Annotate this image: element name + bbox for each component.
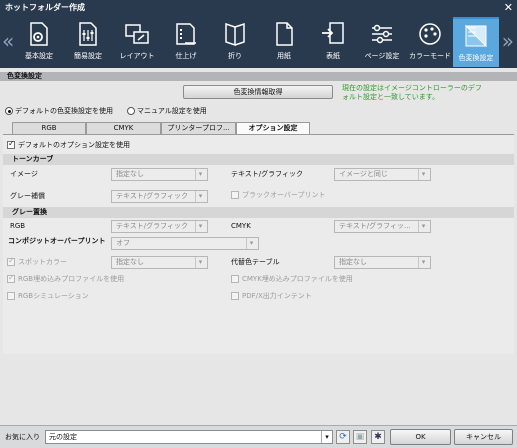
status-note-line: ォルト設定と一致しています。 <box>342 93 440 101</box>
favorites-dropdown[interactable]: 元の設定 <box>45 430 333 444</box>
color-conversion-icon <box>464 24 488 48</box>
use-default-options-checkbox[interactable] <box>7 139 15 149</box>
tab-simple-settings[interactable]: 簡易設定 <box>65 17 111 67</box>
group-header-gray-replace: グレー置換 <box>3 207 514 218</box>
spot-color-checkbox[interactable] <box>7 256 15 266</box>
settings-ribbon: « 基本設定 簡易設定 レイアウト 仕上げ 折り 用紙 表紙 ページ設定 カラー… <box>0 15 517 68</box>
gray-replace-rgb-dropdown[interactable]: テキスト/グラフィック <box>111 220 208 233</box>
tab-label: 仕上げ <box>175 52 197 60</box>
tab-paper[interactable]: 用紙 <box>261 17 307 67</box>
black-overprint-label: ブラックオーバープリント <box>242 191 326 199</box>
tab-label: 基本設定 <box>25 52 53 60</box>
cover-icon <box>322 22 344 44</box>
main-content: 色変換設定 色変換情報取得 現在の設定はイメージコントローラーのデフ ォルト設定… <box>0 68 517 425</box>
tab-label: ページ設定 <box>364 52 400 60</box>
tab-color-mode[interactable]: カラーモード <box>407 17 453 67</box>
favorites-label: お気に入り <box>5 433 40 441</box>
window-titlebar: ホットフォルダー作成 ✕ <box>0 0 517 15</box>
cmyk-embedded-profile-checkbox[interactable] <box>231 275 239 283</box>
status-note-line: 現在の設定はイメージコントローラーのデフ <box>342 84 482 92</box>
tab-label: 表紙 <box>326 52 340 60</box>
spot-color-dropdown[interactable]: 指定なし <box>111 256 208 269</box>
tab-fold[interactable]: 折り <box>212 17 258 67</box>
tab-page-settings[interactable]: ページ設定 <box>359 17 405 67</box>
tab-label: レイアウト <box>119 52 155 60</box>
cmyk-embedded-profile-label: CMYK埋め込みプロファイルを使用 <box>242 275 353 283</box>
finishing-icon <box>176 23 196 45</box>
scroll-right-icon[interactable]: » <box>502 31 514 51</box>
gray-compensation-dropdown[interactable]: テキスト/グラフィック <box>111 190 208 203</box>
gray-replace-cmyk-dropdown[interactable]: テキスト/グラフィッ... <box>334 220 431 233</box>
composite-overprint-dropdown[interactable]: オフ <box>111 237 259 250</box>
cancel-button[interactable]: キャンセル <box>454 429 513 445</box>
image-tone-curve-dropdown[interactable]: 指定なし <box>111 168 208 181</box>
bottom-bar: お気に入り 元の設定 ⟳ ▣ ✱ OK キャンセル <box>0 425 517 448</box>
tab-label: 用紙 <box>277 52 291 60</box>
pdfx-output-intent-label: PDF/X出力インテント <box>242 292 312 300</box>
default-color-radio[interactable] <box>5 107 13 115</box>
tab-label: 色変換設定 <box>458 54 494 62</box>
composite-overprint-label: コンポジットオーバープリント <box>8 237 106 245</box>
refresh-icon[interactable]: ⟳ <box>336 430 350 444</box>
tab-label: 簡易設定 <box>74 52 102 60</box>
spot-color-label: スポットカラー <box>18 258 67 266</box>
rgb-simulation-label: RGBシミュレーション <box>18 292 89 300</box>
ok-button[interactable]: OK <box>390 429 451 445</box>
scroll-left-icon[interactable]: « <box>2 31 14 51</box>
use-default-options-label: デフォルトのオプション設定を使用 <box>18 141 130 149</box>
tab-label: カラーモード <box>409 52 451 60</box>
gray-replace-rgb-label: RGB <box>10 222 26 230</box>
tab-color-conversion[interactable]: 色変換設定 <box>453 17 499 67</box>
gear-document-icon <box>30 22 48 46</box>
tab-cover[interactable]: 表紙 <box>310 17 356 67</box>
get-color-info-button[interactable]: 色変換情報取得 <box>183 85 333 99</box>
sliders-document-icon <box>79 22 97 46</box>
save-icon[interactable]: ▣ <box>353 430 367 444</box>
close-icon[interactable]: ✕ <box>504 0 513 15</box>
pdfx-output-intent-checkbox[interactable] <box>231 292 239 300</box>
page-settings-icon <box>372 24 392 44</box>
alt-color-table-dropdown[interactable]: 指定なし <box>334 256 431 269</box>
layout-icon <box>125 24 149 44</box>
rgb-embedded-profile-label: RGB埋め込みプロファイルを使用 <box>18 275 125 283</box>
palette-icon <box>419 23 441 45</box>
tab-finishing[interactable]: 仕上げ <box>163 17 209 67</box>
text-graphic-label: テキスト/グラフィック <box>231 170 304 178</box>
status-note: 現在の設定はイメージコントローラーのデフ ォルト設定と一致しています。 <box>342 84 482 102</box>
rgb-embedded-profile-checkbox[interactable] <box>7 273 15 283</box>
image-label: イメージ <box>10 170 38 178</box>
gray-replace-cmyk-label: CMYK <box>231 222 251 230</box>
alt-color-table-label: 代替色テーブル <box>231 258 280 266</box>
tab-layout[interactable]: レイアウト <box>114 17 160 67</box>
section-header: 色変換設定 <box>0 72 517 81</box>
window-title: ホットフォルダー作成 <box>5 3 85 12</box>
text-graphic-tone-curve-dropdown[interactable]: イメージと同じ <box>334 168 431 181</box>
manual-settings-radio-label: マニュアル設定を使用 <box>137 107 207 115</box>
group-header-tone-curve: トーンカーブ <box>3 154 514 165</box>
paper-icon <box>276 22 293 46</box>
tab-basic-settings[interactable]: 基本設定 <box>16 17 62 67</box>
favorite-settings-icon[interactable]: ✱ <box>371 430 385 444</box>
manual-settings-radio[interactable] <box>127 107 135 115</box>
default-color-radio-label: デフォルトの色変換設定を使用 <box>15 107 113 115</box>
fold-icon <box>225 22 245 47</box>
tab-label: 折り <box>228 52 242 60</box>
rgb-simulation-checkbox[interactable] <box>7 292 15 300</box>
black-overprint-checkbox[interactable] <box>231 191 239 199</box>
gray-compensation-label: グレー補償 <box>10 192 45 200</box>
